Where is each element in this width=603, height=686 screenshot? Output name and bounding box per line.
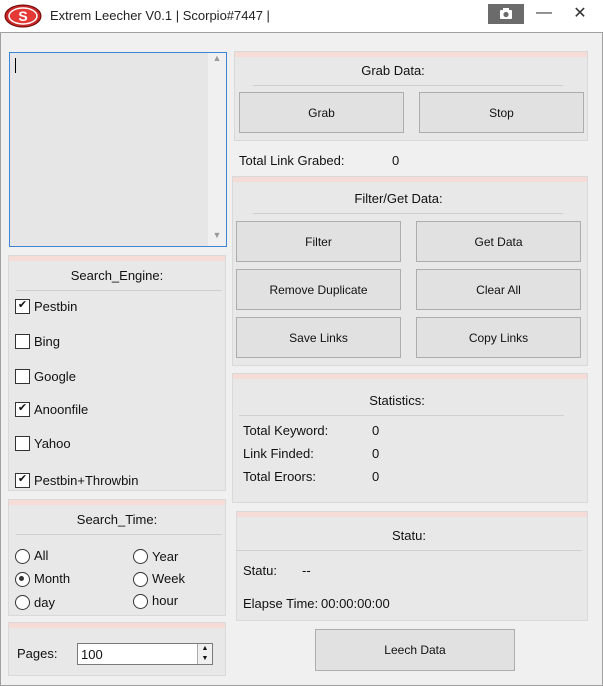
engine-checkbox-yahoo[interactable] bbox=[15, 436, 30, 451]
close-button[interactable]: ✕ bbox=[566, 3, 594, 25]
radio-hour[interactable] bbox=[133, 594, 148, 609]
filter-button[interactable]: Filter bbox=[236, 221, 401, 262]
save-links-button[interactable]: Save Links bbox=[236, 317, 401, 358]
engine-label: Google bbox=[34, 369, 76, 384]
minimize-button[interactable]: — bbox=[530, 4, 558, 24]
elapse-time-value: 00:00:00:00 bbox=[321, 596, 390, 611]
close-icon: ✕ bbox=[573, 5, 587, 22]
total-errors-value: 0 bbox=[372, 469, 380, 484]
pages-numeric-input[interactable]: 100 ▲ ▼ bbox=[77, 643, 213, 665]
divider bbox=[16, 534, 222, 535]
pages-label: Pages: bbox=[17, 646, 58, 661]
textarea-scrollbar[interactable]: ▲ ▼ bbox=[208, 53, 226, 246]
window-title: Extrem Leecher V0.1 | Scorpio#7447 | bbox=[50, 8, 270, 23]
get-data-button[interactable]: Get Data bbox=[416, 221, 581, 262]
engine-checkbox-bing[interactable] bbox=[15, 334, 30, 349]
grab-data-header: Grab Data: bbox=[361, 63, 425, 78]
pages-value: 100 bbox=[81, 647, 103, 662]
time-label: hour bbox=[152, 593, 179, 608]
checkbox-unchecked-icon bbox=[15, 436, 30, 451]
time-label: Year bbox=[152, 549, 179, 564]
checkbox-unchecked-icon bbox=[15, 334, 30, 349]
radio-all[interactable] bbox=[15, 549, 30, 564]
divider bbox=[253, 85, 563, 86]
radio-month[interactable] bbox=[15, 572, 30, 587]
leech-data-button[interactable]: Leech Data bbox=[315, 629, 515, 671]
camera-icon bbox=[500, 8, 512, 19]
radio-unselected-icon bbox=[133, 594, 148, 609]
app-logo-icon: S bbox=[4, 4, 42, 28]
time-label: day bbox=[34, 595, 55, 610]
scroll-up-icon[interactable]: ▲ bbox=[208, 53, 226, 69]
search-engine-header: Search_Engine: bbox=[70, 268, 164, 283]
engine-checkbox-google[interactable] bbox=[15, 369, 30, 384]
engine-label: Pestbin+Throwbin bbox=[34, 473, 139, 488]
keywords-textarea[interactable] bbox=[9, 52, 227, 247]
radio-unselected-icon bbox=[133, 572, 148, 587]
statistics-header: Statistics: bbox=[369, 393, 425, 408]
search-time-header: Search_Time: bbox=[76, 512, 158, 527]
total-link-value: 0 bbox=[392, 153, 400, 168]
scroll-down-icon[interactable]: ▼ bbox=[208, 230, 226, 246]
statu-label: Statu: bbox=[243, 563, 277, 578]
grab-button[interactable]: Grab bbox=[239, 92, 404, 133]
checkbox-checked-icon: ✔ bbox=[15, 299, 30, 314]
spin-down-icon[interactable]: ▼ bbox=[197, 654, 212, 664]
engine-checkbox-pestbin[interactable]: ✔ bbox=[15, 299, 30, 314]
radio-week[interactable] bbox=[133, 572, 148, 587]
engine-label: Yahoo bbox=[34, 436, 71, 451]
minimize-icon: — bbox=[536, 4, 552, 21]
radio-selected-icon bbox=[15, 572, 30, 587]
total-keyword-value: 0 bbox=[372, 423, 380, 438]
total-link-label: Total Link Grabed: bbox=[239, 153, 345, 168]
time-label: Week bbox=[152, 571, 185, 586]
checkbox-checked-icon: ✔ bbox=[15, 473, 30, 488]
divider bbox=[253, 213, 563, 214]
copy-links-button[interactable]: Copy Links bbox=[416, 317, 581, 358]
status-header: Statu: bbox=[392, 528, 426, 543]
engine-checkbox-pestbin-throwbin[interactable]: ✔ bbox=[15, 473, 30, 488]
remove-duplicate-button[interactable]: Remove Duplicate bbox=[236, 269, 401, 310]
time-label: Month bbox=[34, 571, 71, 586]
link-finded-label: Link Finded: bbox=[243, 446, 314, 461]
filter-header: Filter/Get Data: bbox=[354, 191, 443, 206]
engine-checkbox-anoonfile[interactable]: ✔ bbox=[15, 402, 30, 417]
statu-value: -- bbox=[302, 563, 311, 578]
stop-button[interactable]: Stop bbox=[419, 92, 584, 133]
radio-unselected-icon bbox=[133, 549, 148, 564]
engine-label: Anoonfile bbox=[34, 402, 89, 417]
radio-unselected-icon bbox=[15, 549, 30, 564]
elapse-time-label: Elapse Time: bbox=[243, 596, 319, 611]
total-errors-label: Total Eroors: bbox=[243, 469, 316, 484]
text-caret bbox=[15, 58, 16, 73]
app-logo-letter: S bbox=[18, 8, 27, 24]
radio-year[interactable] bbox=[133, 549, 148, 564]
link-finded-value: 0 bbox=[372, 446, 380, 461]
screenshot-button[interactable] bbox=[488, 4, 524, 24]
divider bbox=[236, 550, 582, 551]
time-label: All bbox=[34, 548, 49, 563]
clear-all-button[interactable]: Clear All bbox=[416, 269, 581, 310]
engine-label: Pestbin bbox=[34, 299, 78, 314]
engine-label: Bing bbox=[34, 334, 61, 349]
radio-day[interactable] bbox=[15, 595, 30, 610]
divider bbox=[16, 290, 222, 291]
total-keyword-label: Total Keyword: bbox=[243, 423, 329, 438]
checkbox-checked-icon: ✔ bbox=[15, 402, 30, 417]
checkbox-unchecked-icon bbox=[15, 369, 30, 384]
divider bbox=[239, 415, 564, 416]
radio-unselected-icon bbox=[15, 595, 30, 610]
